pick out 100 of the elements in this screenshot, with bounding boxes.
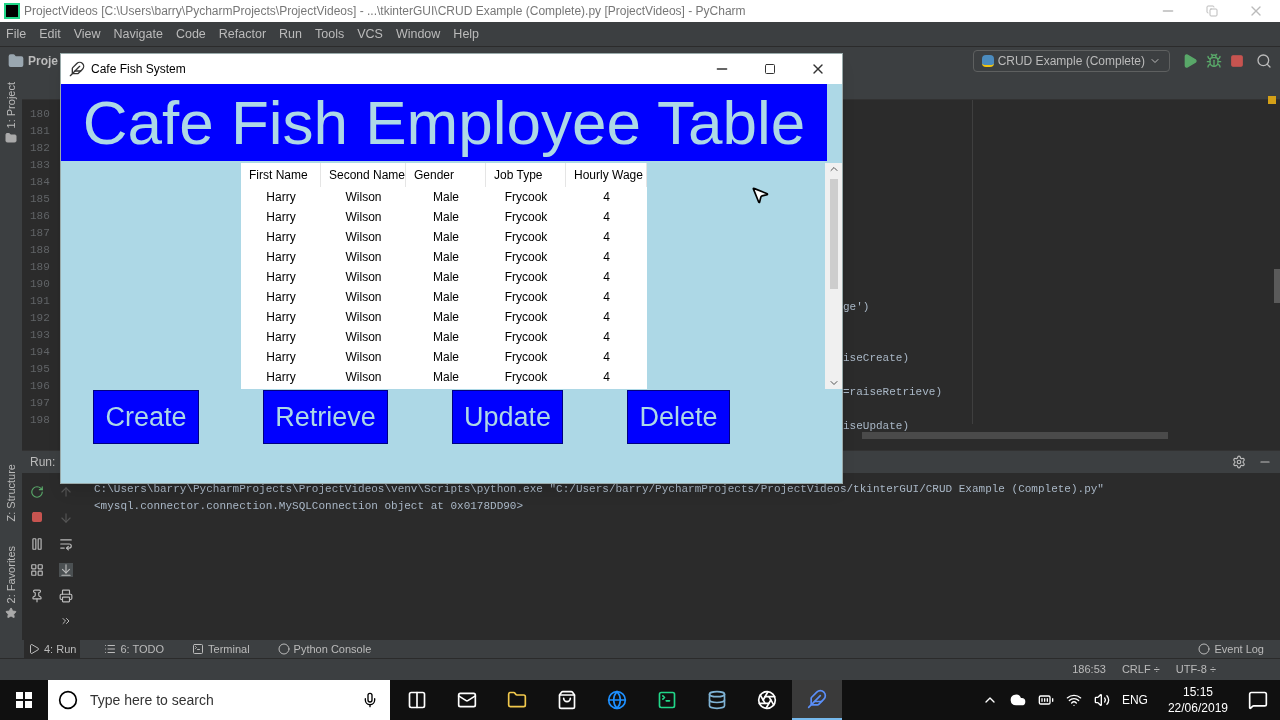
battery-icon[interactable] <box>1037 692 1054 708</box>
table-row[interactable]: Harry Wilson Male Frycook 4 <box>241 367 647 387</box>
column-header[interactable]: Hourly Wage <box>566 163 647 187</box>
tool-window-tab[interactable]: 2: Favorites <box>2 545 20 604</box>
notification-icon[interactable] <box>1248 690 1268 710</box>
tool-window-tab[interactable]: Z: Structure <box>2 464 20 522</box>
cloud-icon[interactable] <box>1009 692 1026 708</box>
pause-icon[interactable] <box>29 537 44 551</box>
volume-icon[interactable] <box>1093 692 1110 708</box>
maximize-icon[interactable] <box>764 63 776 75</box>
project-tab[interactable]: Proje <box>28 51 58 70</box>
mail-icon <box>457 690 477 710</box>
table-row[interactable]: Harry Wilson Male Frycook 4 <box>241 207 647 227</box>
tool-window-tab[interactable]: 4: Run <box>24 640 81 658</box>
status-item[interactable]: 186:53 <box>1072 661 1106 678</box>
folder-icon <box>8 52 24 69</box>
line-number: 197 <box>29 396 51 411</box>
action-button[interactable]: Update <box>452 390 563 444</box>
tool-window-tab[interactable]: Terminal <box>188 640 254 658</box>
table-cell-text: 4 <box>602 189 611 206</box>
action-button[interactable]: Retrieve <box>263 390 388 444</box>
menu-item[interactable]: Window <box>395 24 441 44</box>
line-number: 183 <box>29 158 51 173</box>
table-row[interactable]: Harry Wilson Male Frycook 4 <box>241 307 647 327</box>
stop-icon[interactable] <box>30 511 43 523</box>
taskbar-search-field[interactable]: Type here to search <box>48 680 390 720</box>
database-icon <box>707 690 727 710</box>
table-cell-text: 4 <box>602 369 611 386</box>
column-header[interactable]: Job Type <box>486 163 566 187</box>
menu-item[interactable]: Run <box>279 24 302 44</box>
table-row[interactable]: Harry Wilson Male Frycook 4 <box>241 187 647 207</box>
project-tool-tab[interactable]: 1: Project <box>2 82 20 129</box>
vertical-scrollbar[interactable] <box>1274 269 1280 303</box>
run-panel-label: Run: <box>30 454 56 471</box>
line-number: 181 <box>29 124 51 139</box>
table-cell-text: Frycook <box>503 309 549 326</box>
column-header[interactable]: Gender <box>406 163 486 187</box>
table-scrollbar[interactable] <box>825 163 842 389</box>
scroll-thumb[interactable] <box>829 179 838 289</box>
stop-icon[interactable] <box>1230 53 1244 68</box>
table-row[interactable]: Harry Wilson Male Frycook 4 <box>241 267 647 287</box>
status-item[interactable]: CRLF ÷ <box>1121 661 1160 678</box>
menu-item[interactable]: Refactor <box>218 24 267 44</box>
settings-icon[interactable] <box>1232 455 1246 469</box>
windows-logo-icon <box>16 692 32 708</box>
horizontal-scrollbar[interactable] <box>862 432 1168 439</box>
tool-window-tab[interactable]: 6: TODO <box>100 640 169 658</box>
line-number: 193 <box>29 328 51 343</box>
play-icon[interactable] <box>1182 52 1198 69</box>
table-cell-text: 4 <box>602 269 611 286</box>
language-indicator[interactable]: ENG <box>1121 691 1148 709</box>
search-icon[interactable] <box>1256 52 1272 69</box>
table-cell-text: Male <box>432 269 460 286</box>
table-row[interactable]: Harry Wilson Male Frycook 4 <box>241 287 647 307</box>
pin-icon[interactable] <box>29 589 44 603</box>
clock[interactable]: 15:15 22/06/2019 <box>1167 684 1228 716</box>
table-cell-text: Harry <box>265 269 297 286</box>
table-cell-text: 4 <box>602 289 611 306</box>
status-item[interactable]: UTF-8 ÷ <box>1175 661 1216 678</box>
layout-icon[interactable] <box>29 563 44 577</box>
tool-window-tab[interactable]: Python Console <box>273 640 376 658</box>
action-button[interactable]: Delete <box>627 390 730 444</box>
menu-item[interactable]: File <box>6 24 27 44</box>
event-log-icon <box>1198 643 1211 655</box>
scroll-to-end-icon[interactable] <box>58 563 73 577</box>
column-header[interactable]: First Name <box>241 163 321 187</box>
wifi-icon[interactable] <box>1065 692 1082 708</box>
run-config-dropdown[interactable]: CRUD Example (Complete) <box>972 49 1170 72</box>
action-button[interactable]: Create <box>93 390 199 444</box>
menu-item[interactable]: View <box>73 24 101 44</box>
folder-icon[interactable] <box>5 132 17 145</box>
wrap-icon[interactable] <box>58 537 73 551</box>
event-log-tab[interactable]: Event Log <box>1198 640 1264 658</box>
table-cell-text: Harry <box>265 369 297 386</box>
table-cell-text: Frycook <box>503 229 549 246</box>
rerun-icon[interactable] <box>29 485 44 499</box>
print-icon[interactable] <box>58 589 73 603</box>
star-icon[interactable] <box>5 607 17 620</box>
menu-item[interactable]: Help <box>453 24 480 44</box>
menu-item[interactable]: Tools <box>315 24 345 44</box>
list-icon <box>104 643 117 655</box>
table-row[interactable]: Harry Wilson Male Frycook 4 <box>241 247 647 267</box>
table-cell-text: Wilson <box>344 209 383 226</box>
microphone-icon <box>362 692 378 708</box>
line-number: 195 <box>29 362 51 377</box>
menu-item[interactable]: Code <box>175 24 206 44</box>
menu-item[interactable]: Navigate <box>113 24 163 44</box>
table-row[interactable]: Harry Wilson Male Frycook 4 <box>241 347 647 367</box>
more-icon[interactable] <box>59 615 72 627</box>
menu-item[interactable]: VCS <box>357 24 383 44</box>
menu-item[interactable]: Edit <box>39 24 61 44</box>
column-header[interactable]: Second Name <box>321 163 406 187</box>
bug-icon[interactable] <box>1206 52 1222 69</box>
table-row[interactable]: Harry Wilson Male Frycook 4 <box>241 327 647 347</box>
table-row[interactable]: Harry Wilson Male Frycook 4 <box>241 227 647 247</box>
warning-marker <box>1268 96 1276 104</box>
code-text: iseCreate) <box>843 352 909 364</box>
table-cell-text: Harry <box>265 209 297 226</box>
table-cell-text: Harry <box>265 229 297 246</box>
table-cell-text: 4 <box>602 329 611 346</box>
